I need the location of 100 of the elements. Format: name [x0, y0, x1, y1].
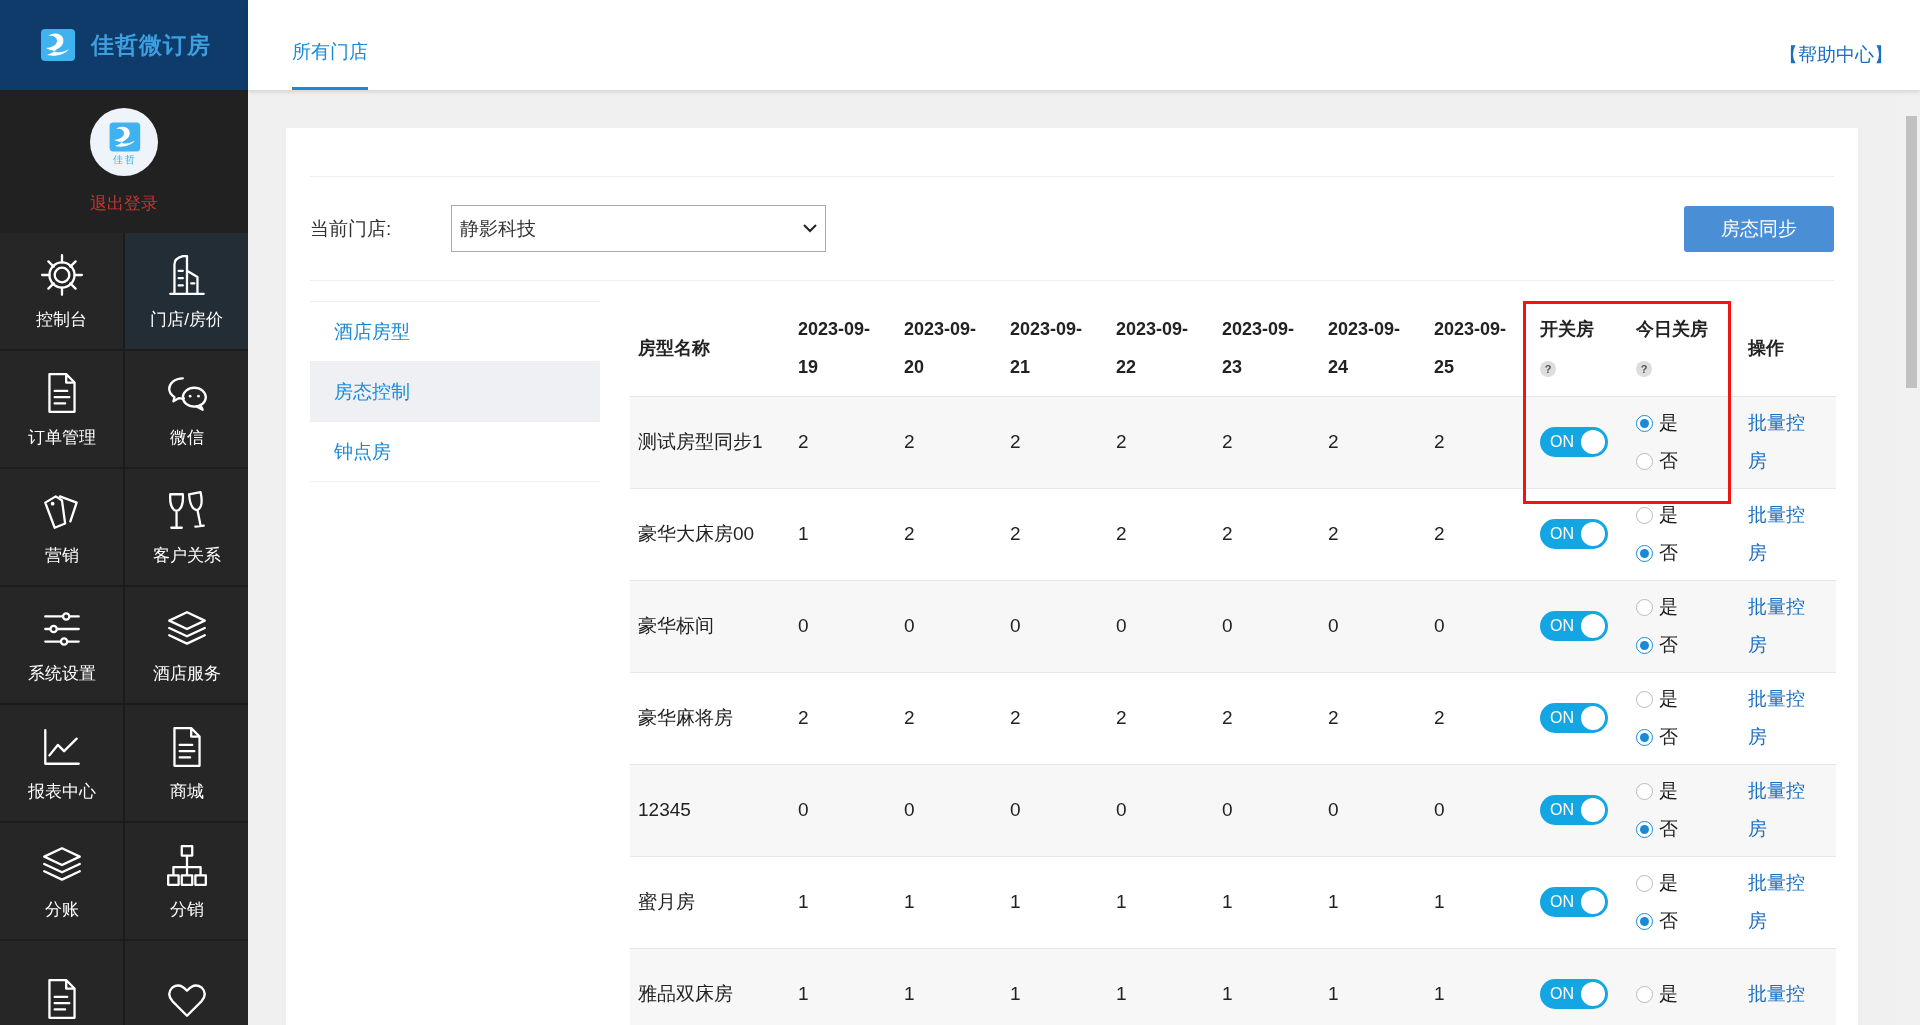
column-header: 2023-09-25: [1434, 319, 1507, 378]
radio-button[interactable]: [1636, 912, 1653, 930]
table-cell: 蜜月房: [638, 891, 695, 912]
table-cell: 1: [1222, 983, 1233, 1004]
sidebar-item[interactable]: 控制台: [0, 233, 123, 349]
table-cell: 1: [1010, 983, 1021, 1004]
store-label: 当前门店:: [310, 216, 393, 241]
table-cell: 豪华标间: [638, 615, 714, 636]
logout-link[interactable]: 退出登录: [90, 192, 158, 215]
radio-button[interactable]: [1636, 598, 1653, 616]
subnav-item[interactable]: 房态控制: [310, 362, 600, 422]
radio-button[interactable]: [1636, 985, 1653, 1003]
column-header: 2023-09-19: [798, 319, 871, 378]
batch-control-link[interactable]: 批量控房: [1748, 496, 1813, 572]
batch-control-link[interactable]: 批量控房: [1748, 864, 1813, 940]
subnav-item[interactable]: 钟点房: [310, 422, 600, 482]
table-cell: 1: [904, 983, 915, 1004]
toggle-switch[interactable]: ON: [1540, 427, 1608, 457]
sidebar-item[interactable]: 营销: [0, 469, 123, 585]
help-icon[interactable]: ?: [1636, 361, 1652, 378]
sidebar-item[interactable]: 微信: [125, 351, 248, 467]
radio-button[interactable]: [1636, 544, 1653, 562]
sidebar-item[interactable]: 订单管理: [0, 351, 123, 467]
column-header: 2023-09-24: [1328, 319, 1401, 378]
radio-label: 否: [1659, 449, 1678, 473]
table-cell: 1: [1328, 891, 1339, 912]
batch-control-link[interactable]: 批量控房: [1748, 680, 1813, 756]
table-cell: 0: [1328, 799, 1339, 820]
table-cell: 2: [1328, 523, 1339, 544]
toggle-switch[interactable]: ON: [1540, 703, 1608, 733]
column-header: 房型名称: [638, 338, 710, 359]
radio-button[interactable]: [1636, 820, 1653, 838]
radio-button[interactable]: [1636, 452, 1653, 470]
radio-button[interactable]: [1636, 874, 1653, 892]
table-cell: 1: [798, 983, 809, 1004]
table-cell: 2: [904, 431, 915, 452]
table-cell: 测试房型同步1: [638, 431, 763, 452]
table-cell: 1: [1434, 983, 1445, 1004]
sidebar-item[interactable]: 系统设置: [0, 587, 123, 703]
store-select[interactable]: 静影科技: [451, 205, 826, 252]
table-cell: 0: [798, 799, 809, 820]
table-cell: 2: [1222, 523, 1233, 544]
sidebar-item[interactable]: 分账: [0, 823, 123, 939]
column-header: 2023-09-22: [1116, 319, 1189, 378]
table-cell: 1: [798, 891, 809, 912]
table-cell: 2: [1328, 431, 1339, 452]
table-cell: 1: [1116, 891, 1127, 912]
sidebar-item[interactable]: 商城: [125, 705, 248, 821]
column-header: 开关房: [1540, 319, 1594, 340]
sync-button[interactable]: 房态同步: [1684, 205, 1834, 252]
radio-label: 是: [1659, 871, 1678, 895]
table-cell: 2: [1222, 707, 1233, 728]
table-cell: 2: [1010, 431, 1021, 452]
toggle-switch[interactable]: ON: [1540, 611, 1608, 641]
radio-button[interactable]: [1636, 782, 1653, 800]
sidebar-item[interactable]: [125, 941, 248, 1025]
table-cell: 豪华麻将房: [638, 707, 733, 728]
radio-button[interactable]: [1636, 636, 1653, 654]
column-header: 2023-09-21: [1010, 319, 1083, 378]
toggle-switch[interactable]: ON: [1540, 979, 1608, 1009]
gear-icon: [38, 251, 85, 298]
table-cell: 2: [1434, 707, 1445, 728]
chevron-icon: [803, 224, 817, 233]
radio-button[interactable]: [1636, 506, 1653, 524]
sidebar-item[interactable]: 客户关系: [125, 469, 248, 585]
table-cell: 雅品双床房: [638, 983, 733, 1004]
radio-button[interactable]: [1636, 414, 1653, 432]
sidebar-item[interactable]: 报表中心: [0, 705, 123, 821]
table-cell: 2: [1328, 707, 1339, 728]
column-header: 今日关房: [1636, 319, 1708, 340]
radio-label: 是: [1659, 411, 1678, 435]
sidebar-item[interactable]: [0, 941, 123, 1025]
radio-label: 是: [1659, 779, 1678, 803]
radio-label: 是: [1659, 687, 1678, 711]
radio-label: 是: [1659, 595, 1678, 619]
radio-button[interactable]: [1636, 690, 1653, 708]
help-icon[interactable]: ?: [1540, 361, 1556, 378]
toggle-switch[interactable]: ON: [1540, 887, 1608, 917]
toggle-switch[interactable]: ON: [1540, 795, 1608, 825]
table-cell: 2: [1434, 431, 1445, 452]
radio-label: 否: [1659, 633, 1678, 657]
table-cell: 2: [1010, 523, 1021, 544]
sidebar-item[interactable]: 酒店服务: [125, 587, 248, 703]
table-cell: 2: [798, 707, 809, 728]
help-link[interactable]: 【帮助中心】: [1779, 42, 1893, 90]
column-header: 2023-09-23: [1222, 319, 1295, 378]
sidebar-item[interactable]: 门店/房价: [125, 233, 248, 349]
table-cell: 0: [1434, 615, 1445, 636]
tab[interactable]: 所有门店: [292, 39, 368, 90]
radio-button[interactable]: [1636, 728, 1653, 746]
radio-label: 否: [1659, 817, 1678, 841]
table-cell: 0: [1328, 615, 1339, 636]
table-cell: 12345: [638, 799, 691, 820]
radio-label: 否: [1659, 909, 1678, 933]
table-cell: 2: [1116, 431, 1127, 452]
sidebar-item[interactable]: 分销: [125, 823, 248, 939]
table-cell: 1: [1328, 983, 1339, 1004]
toggle-switch[interactable]: ON: [1540, 519, 1608, 549]
table-cell: 1: [1434, 891, 1445, 912]
table-cell: 0: [904, 615, 915, 636]
